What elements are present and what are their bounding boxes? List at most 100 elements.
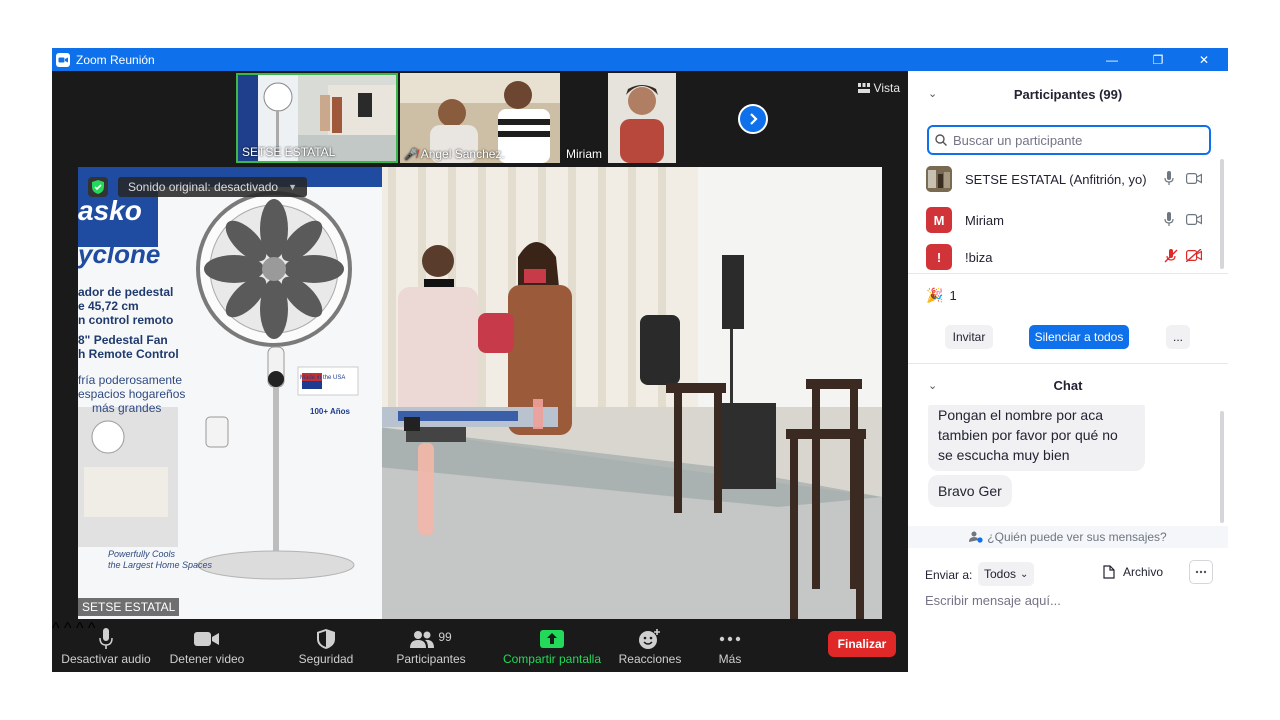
mute-all-button[interactable]: Silenciar a todos bbox=[1029, 325, 1129, 349]
end-meeting-button[interactable]: Finalizar bbox=[828, 631, 896, 657]
window-title: Zoom Reunión bbox=[76, 52, 155, 67]
avatar bbox=[926, 166, 952, 192]
video-camera-icon[interactable] bbox=[1186, 213, 1202, 228]
chevron-right-icon bbox=[750, 113, 758, 125]
raised-reactions: 🎉 1 bbox=[926, 287, 957, 304]
participants-count: 99 bbox=[438, 630, 452, 644]
participant-row[interactable]: ! !biza bbox=[908, 241, 1218, 273]
title-bar: Zoom Reunión — ❐ ✕ bbox=[52, 48, 1228, 71]
box-made-in-usa: Made in the USA bbox=[300, 375, 346, 381]
send-to-value: Todos bbox=[984, 567, 1017, 581]
share-screen-button[interactable]: Compartir pantalla bbox=[500, 620, 604, 672]
more-label: Más bbox=[718, 652, 742, 666]
grid-view-icon bbox=[857, 83, 870, 93]
next-page-button[interactable] bbox=[738, 104, 768, 134]
chevron-down-icon: ▼ bbox=[288, 182, 298, 192]
participants-title: Participantes (99) bbox=[1013, 87, 1123, 102]
main-speaker-name: SETSE ESTATAL bbox=[78, 598, 180, 616]
share-screen-icon bbox=[540, 626, 564, 652]
divider bbox=[908, 363, 1228, 364]
participants-icon: 99 bbox=[410, 626, 452, 652]
muted-mic-icon: 🎤̸ bbox=[404, 148, 418, 161]
chat-scrollbar[interactable] bbox=[1220, 411, 1224, 523]
zoom-window: Zoom Reunión — ❐ ✕ SETSE ESTATAL 🎤̸ Ange… bbox=[52, 48, 1228, 672]
box-model: yclone bbox=[78, 239, 161, 269]
message-visibility-info[interactable]: ¿Quién puede ver sus mensajes? bbox=[908, 526, 1228, 548]
security-button[interactable]: Seguridad bbox=[290, 620, 362, 672]
user-visibility-icon bbox=[969, 531, 983, 543]
emoji-reaction-icon bbox=[639, 626, 661, 652]
thumbnail-angel-sanchez[interactable]: 🎤̸ Angel Sanchez. bbox=[400, 73, 560, 163]
chat-messages: Pongan el nombre por aca tambien por fav… bbox=[908, 405, 1228, 525]
participant-search-input[interactable]: Buscar un participante bbox=[927, 125, 1211, 155]
reactions-label: Reacciones bbox=[618, 652, 682, 666]
avatar: ! bbox=[926, 244, 952, 270]
box-years: 100+ Años bbox=[310, 407, 350, 416]
close-button[interactable]: ✕ bbox=[1181, 48, 1227, 71]
chat-message[interactable]: Bravo Ger bbox=[928, 475, 1012, 507]
zoom-app-icon bbox=[56, 52, 70, 67]
more-dots-icon bbox=[1195, 570, 1207, 574]
original-sound-label: Sonido original: desactivado bbox=[128, 180, 279, 194]
file-icon bbox=[1103, 565, 1115, 579]
participants-scrollbar[interactable] bbox=[1220, 159, 1224, 269]
file-label: Archivo bbox=[1123, 565, 1164, 579]
participants-more-button[interactable]: ... bbox=[1166, 325, 1190, 349]
side-panel: ⌄ Participantes (99) Buscar un participa… bbox=[908, 71, 1228, 672]
stop-video-label: Detener video bbox=[169, 652, 245, 666]
security-label: Seguridad bbox=[298, 652, 354, 666]
chat-message[interactable]: Pongan el nombre por aca tambien por fav… bbox=[928, 405, 1145, 471]
participant-row[interactable]: M Miriam bbox=[908, 200, 1218, 240]
send-to-label: Enviar a: bbox=[925, 568, 973, 582]
video-off-icon[interactable] bbox=[1185, 248, 1202, 265]
visibility-label: ¿Quién puede ver sus mensajes? bbox=[987, 530, 1167, 544]
stop-video-button[interactable]: Detener video bbox=[164, 620, 250, 672]
minimize-button[interactable]: — bbox=[1089, 48, 1135, 71]
search-icon bbox=[935, 134, 947, 146]
avatar: M bbox=[926, 207, 952, 233]
main-video[interactable]: asko yclone ador de pedestal e 45,72 cm … bbox=[78, 167, 882, 619]
view-label: Vista bbox=[873, 81, 900, 95]
microphone-icon[interactable] bbox=[1164, 211, 1174, 229]
audio-options-caret[interactable]: ^ bbox=[52, 620, 60, 637]
participant-name: SETSE ESTATAL (Anfitrión, yo) bbox=[965, 171, 1147, 187]
view-button[interactable]: Vista bbox=[857, 81, 900, 95]
chat-message-input[interactable]: Escribir mensaje aquí... bbox=[925, 593, 1061, 608]
send-to-dropdown[interactable]: Todos ⌄ bbox=[978, 562, 1035, 586]
restore-button[interactable]: ❐ bbox=[1135, 48, 1181, 71]
mute-audio-button[interactable]: Desactivar audio bbox=[60, 620, 152, 672]
thumbnail-name: 🎤̸ Angel Sanchez. bbox=[404, 147, 505, 161]
invite-button[interactable]: Invitar bbox=[945, 325, 993, 349]
file-button[interactable]: Archivo bbox=[1103, 565, 1163, 579]
microphone-icon bbox=[99, 626, 113, 652]
participant-name: Miriam bbox=[965, 212, 1004, 228]
mute-audio-label: Desactivar audio bbox=[61, 652, 151, 666]
minimize-icon: — bbox=[1106, 52, 1118, 67]
microphone-icon[interactable] bbox=[1164, 170, 1174, 188]
muted-microphone-icon[interactable] bbox=[1164, 248, 1178, 266]
raised-count: 1 bbox=[949, 288, 957, 303]
original-sound-toggle[interactable]: Sonido original: desactivado ▼ bbox=[118, 177, 308, 197]
chat-title: Chat bbox=[1053, 378, 1083, 393]
video-camera-icon bbox=[194, 626, 220, 652]
more-button[interactable]: Más bbox=[704, 620, 756, 672]
box-brand: asko bbox=[78, 195, 142, 226]
reactions-button[interactable]: Reacciones bbox=[616, 620, 684, 672]
share-screen-label: Compartir pantalla bbox=[502, 652, 602, 666]
chevron-down-icon: ⌄ bbox=[1020, 568, 1029, 580]
thumbnail-name: Miriam bbox=[566, 147, 602, 161]
participant-row[interactable]: SETSE ESTATAL (Anfitrión, yo) bbox=[908, 159, 1218, 199]
encryption-shield-icon[interactable] bbox=[88, 177, 108, 197]
thumbnail-setse-estatal[interactable]: SETSE ESTATAL bbox=[236, 73, 398, 163]
participants-button[interactable]: 99 Participantes bbox=[390, 620, 472, 672]
thumbnail-miriam[interactable]: Miriam bbox=[562, 73, 722, 163]
box-description: ador de pedestal e 45,72 cm n control re… bbox=[78, 285, 186, 415]
more-dots-icon bbox=[719, 626, 741, 652]
divider bbox=[908, 273, 1228, 274]
party-popper-icon: 🎉 bbox=[926, 287, 944, 303]
video-camera-icon[interactable] bbox=[1186, 172, 1202, 187]
chat-more-button[interactable] bbox=[1189, 560, 1213, 584]
close-icon: ✕ bbox=[1198, 52, 1210, 67]
meeting-toolbar: Desactivar audio ^ Detener video ^ Segur… bbox=[52, 620, 908, 672]
box-footer: Powerfully Cools the Largest Home Spaces bbox=[108, 549, 213, 570]
